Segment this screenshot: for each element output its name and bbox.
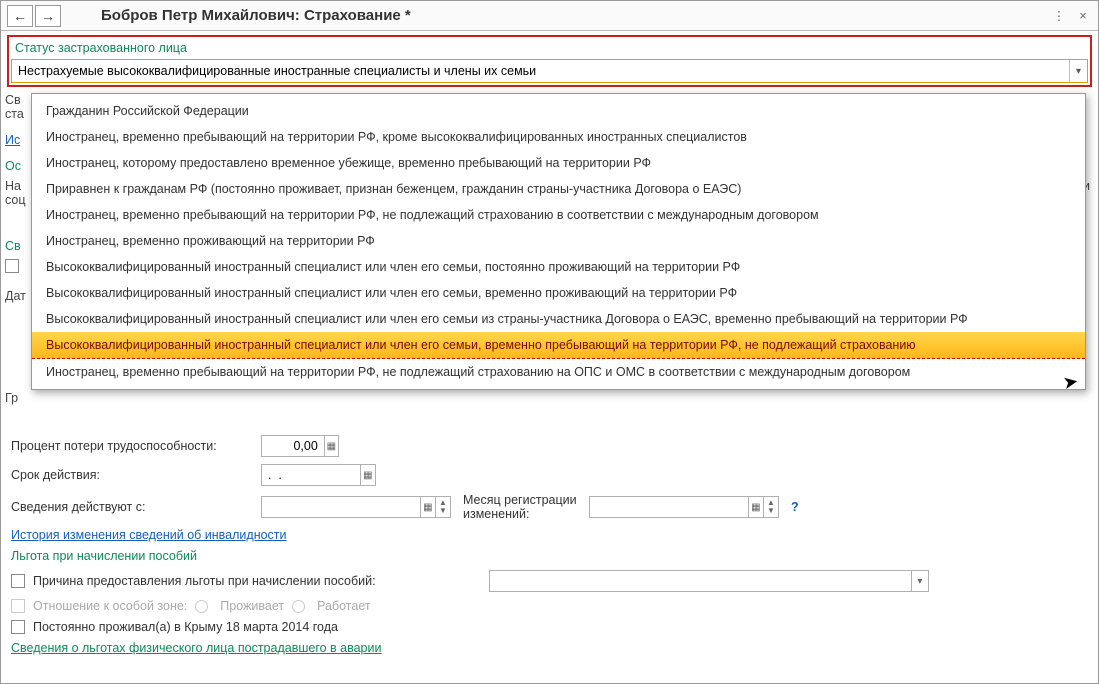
percent-label: Процент потери трудоспособности: xyxy=(11,439,253,453)
calendar-icon[interactable]: ▦ xyxy=(748,497,763,517)
bg-link[interactable]: Ис xyxy=(5,133,20,147)
crimea-checkbox[interactable] xyxy=(11,620,25,634)
reason-select[interactable] xyxy=(490,574,911,588)
bg-text: соц xyxy=(5,193,26,207)
bg-text: Св xyxy=(5,239,21,253)
kebab-icon[interactable]: ⋮ xyxy=(1050,7,1068,25)
status-dropdown-arrow[interactable]: ▾ xyxy=(1069,60,1087,82)
benefit-header: Льгота при начислении пособий xyxy=(11,549,197,563)
dd-option[interactable]: Приравнен к гражданам РФ (постоянно прож… xyxy=(32,176,1085,202)
close-icon[interactable]: × xyxy=(1074,7,1092,25)
accident-link[interactable]: Сведения о льготах физического лица пост… xyxy=(11,641,381,655)
status-label: Статус застрахованного лица xyxy=(11,39,1088,57)
dd-option-highlight[interactable]: Высококвалифицированный иностранный спец… xyxy=(32,332,1085,359)
calculator-icon[interactable]: ▦ xyxy=(324,436,338,456)
dd-option[interactable]: Иностранец, временно пребывающий на терр… xyxy=(32,359,1085,385)
spinner-icon[interactable]: ▲▼ xyxy=(763,497,778,517)
from-input[interactable] xyxy=(262,500,420,514)
status-block: Статус застрахованного лица ▾ xyxy=(7,35,1092,87)
status-dropdown-list: Гражданин Российской Федерации Иностране… xyxy=(31,93,1086,390)
zone-checkbox[interactable] xyxy=(11,599,25,613)
period-label: Срок действия: xyxy=(11,468,253,482)
history-link[interactable]: История изменения сведений об инвалиднос… xyxy=(11,528,287,542)
zone-opt2: Работает xyxy=(317,599,371,613)
period-input[interactable] xyxy=(262,468,360,482)
bg-checkbox[interactable] xyxy=(5,259,19,273)
chevron-down-icon[interactable]: ▾ xyxy=(911,571,928,591)
bg-text: ста xyxy=(5,107,24,121)
zone-label: Отношение к особой зоне: xyxy=(33,599,187,613)
dd-option[interactable]: Высококвалифицированный иностранный спец… xyxy=(32,254,1085,280)
calendar-icon[interactable]: ▦ xyxy=(360,465,375,485)
bg-text: На xyxy=(5,179,21,193)
month-input[interactable] xyxy=(590,500,748,514)
dd-option[interactable]: Иностранец, которому предоставлено време… xyxy=(32,150,1085,176)
from-label: Сведения действуют с: xyxy=(11,500,253,514)
dd-option[interactable]: Высококвалифицированный иностранный спец… xyxy=(32,306,1085,332)
dd-option[interactable]: Иностранец, временно проживающий на терр… xyxy=(32,228,1085,254)
bg-text: Ос xyxy=(5,159,21,173)
percent-input[interactable] xyxy=(262,439,324,453)
window-title: Бобров Петр Михайлович: Страхование * xyxy=(101,7,411,24)
dd-option[interactable]: Высококвалифицированный иностранный спец… xyxy=(32,280,1085,306)
crimea-label: Постоянно проживал(а) в Крыму 18 марта 2… xyxy=(33,620,338,634)
dd-option[interactable]: Иностранец, временно пребывающий на терр… xyxy=(32,124,1085,150)
zone-opt1: Проживает xyxy=(220,599,284,613)
calendar-icon[interactable]: ▦ xyxy=(420,497,435,517)
bg-text: Гр xyxy=(5,391,18,405)
zone-radio-live[interactable] xyxy=(195,600,208,613)
help-icon[interactable]: ? xyxy=(791,500,799,514)
status-input[interactable] xyxy=(12,60,1069,82)
status-input-wrap: ▾ xyxy=(11,59,1088,83)
spinner-icon[interactable]: ▲▼ xyxy=(435,497,450,517)
bg-text: Дат xyxy=(5,289,26,303)
month-label: Месяц регистрации изменений: xyxy=(463,493,581,521)
dd-option[interactable]: Иностранец, временно пребывающий на терр… xyxy=(32,202,1085,228)
nav-back-button[interactable]: ← xyxy=(7,5,33,27)
zone-radio-work[interactable] xyxy=(292,600,305,613)
dd-option[interactable]: Гражданин Российской Федерации xyxy=(32,98,1085,124)
bg-text: Св xyxy=(5,93,21,107)
reason-checkbox[interactable] xyxy=(11,574,25,588)
reason-label: Причина предоставления льготы при начисл… xyxy=(33,574,481,588)
nav-forward-button[interactable]: → xyxy=(35,5,61,27)
